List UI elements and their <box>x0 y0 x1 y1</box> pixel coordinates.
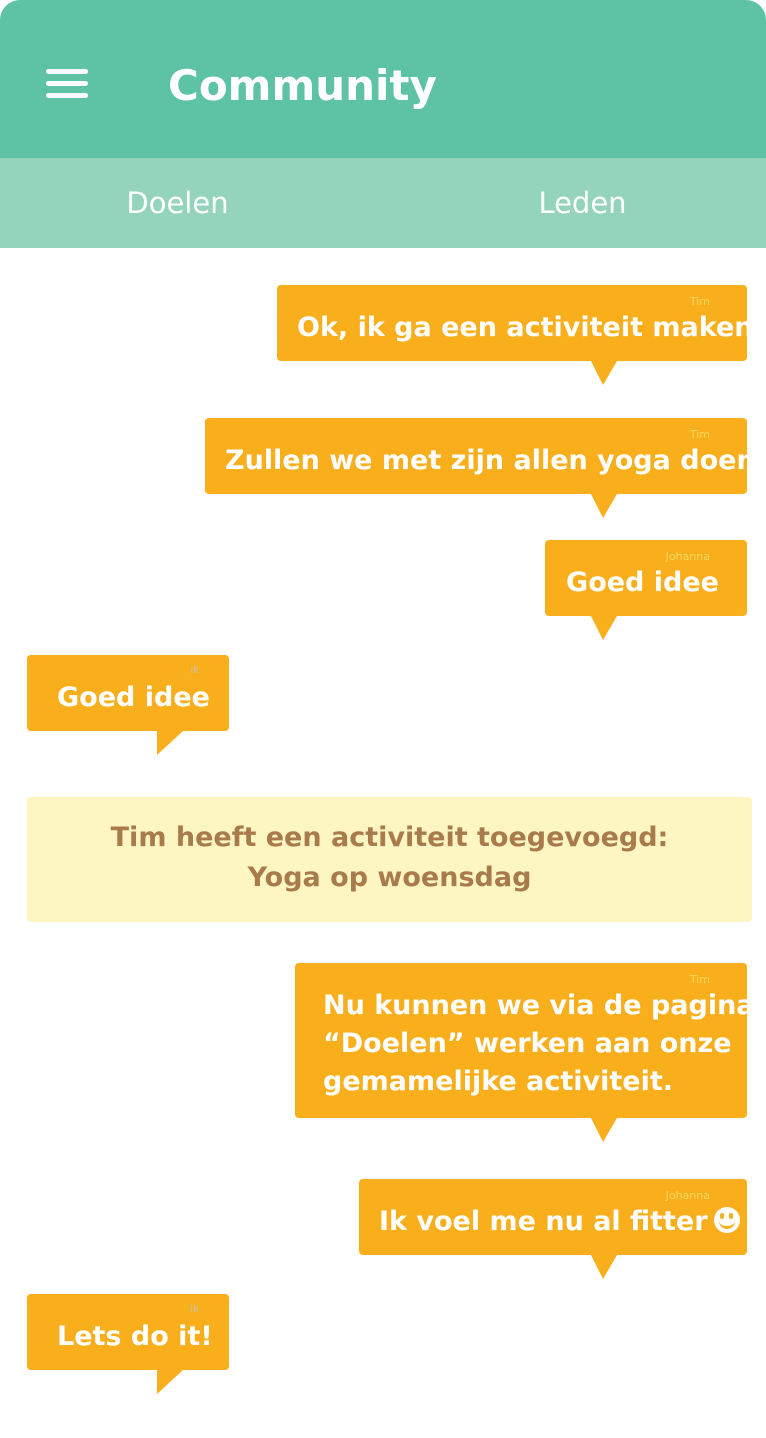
bubble-tail <box>591 1118 617 1142</box>
message-author: ik <box>190 665 199 676</box>
message-author: Johanna <box>665 1189 710 1202</box>
tab-bar: Doelen Leden <box>0 158 766 248</box>
bubble-tail <box>591 616 617 640</box>
notice-line: Yoga op woensdag <box>247 862 532 893</box>
message-author: Tim <box>689 428 710 441</box>
activity-added-notice: Tim heeft een activiteit toegevoegd: Yog… <box>27 797 752 922</box>
notice-line: Tim heeft een activiteit toegevoegd: <box>110 822 669 853</box>
message-author: Tim <box>689 973 710 986</box>
message-text: Goed idee <box>57 682 210 713</box>
message-bubble: Tim Ok, ik ga een activiteit maken! <box>277 285 766 385</box>
message-author: Johanna <box>665 550 710 563</box>
bubble-tail <box>591 361 617 385</box>
bubble-tail <box>157 731 183 755</box>
menu-icon[interactable] <box>46 69 88 101</box>
message-bubble: Johanna Ik voel me nu al fitter <box>359 1179 747 1279</box>
message-author: ik <box>190 1304 199 1315</box>
bubble-tail <box>591 494 617 518</box>
message-text: Lets do it! <box>57 1321 213 1352</box>
message-text-line: Nu kunnen we via de pagina <box>323 990 755 1021</box>
message-text: Zullen we met zijn allen yoga doen? <box>225 445 766 476</box>
message-text: Goed idee <box>566 567 719 598</box>
bubble-tail <box>591 1255 617 1279</box>
message-author: Tim <box>689 295 710 308</box>
page-title: Community <box>168 61 437 110</box>
app-bar: Community <box>0 0 766 158</box>
tab-leden[interactable]: Leden <box>383 158 766 248</box>
tab-doelen[interactable]: Doelen <box>0 158 383 248</box>
message-text-line: gemamelijke activiteit. <box>323 1066 674 1097</box>
message-text-line: “Doelen” werken aan onze <box>323 1028 732 1059</box>
message-text-row: Ik voel me nu al fitter <box>379 1203 740 1241</box>
message-bubble: Tim Nu kunnen we via de pagina “Doelen” … <box>295 963 755 1142</box>
message-text: Ok, ik ga een activiteit maken! <box>297 312 766 343</box>
message-bubble: ik Goed idee <box>27 655 229 755</box>
message-bubble: Tim Zullen we met zijn allen yoga doen? <box>205 418 766 518</box>
winking-smiley-icon <box>713 1207 740 1233</box>
bubble-tail <box>157 1370 183 1394</box>
message-bubble: ik Lets do it! <box>27 1294 229 1394</box>
message-text: Ik voel me nu al fitter <box>379 1206 708 1237</box>
message-bubble: Johanna Goed idee <box>545 540 747 640</box>
